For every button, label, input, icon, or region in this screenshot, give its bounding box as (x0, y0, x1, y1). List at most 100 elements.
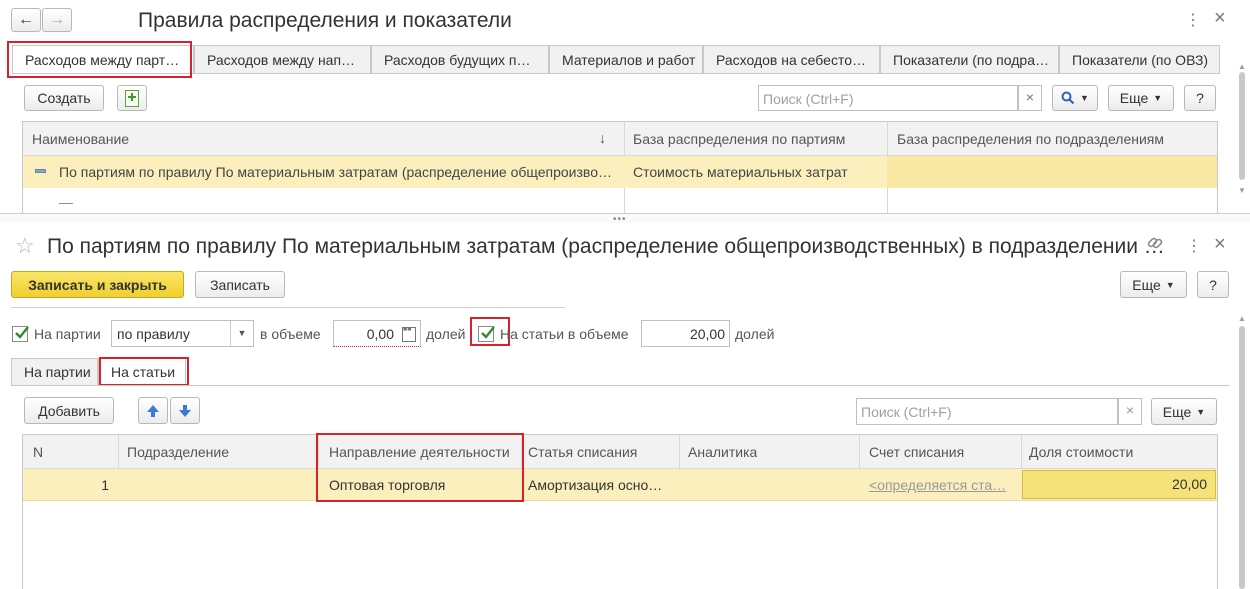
col-header-direction[interactable]: Направление деятельности (329, 444, 510, 460)
arrow-down-icon (179, 404, 191, 417)
col-header-share[interactable]: Доля стоимости (1029, 444, 1133, 460)
batches-volume-input[interactable]: 0,00 ■■ (333, 320, 421, 347)
form-title: По партиям по правилу По материальным за… (47, 235, 1165, 258)
arrow-up-icon (147, 404, 159, 417)
rule-select-value: по правилу (117, 326, 190, 342)
chevron-down-icon: ▼ (1165, 279, 1175, 290)
search-input[interactable]: Поиск (Ctrl+F) (856, 398, 1118, 425)
search-clear-button[interactable]: × (1018, 85, 1042, 111)
col-header-n[interactable]: N (33, 444, 43, 460)
copy-button[interactable] (117, 85, 147, 111)
search-input[interactable]: Поиск (Ctrl+F) (758, 85, 1018, 111)
magnifier-icon (1061, 91, 1075, 105)
row-n: 1 (101, 477, 109, 493)
col-header-base-batches[interactable]: База распределения по партиям (633, 131, 845, 147)
calculator-icon[interactable]: ■■ (402, 326, 416, 342)
col-header-base-divisions[interactable]: База распределения по подразделениям (897, 131, 1164, 147)
batches-volume-value: 0,00 (366, 326, 394, 342)
check-icon (481, 326, 495, 339)
save-button[interactable]: Записать (195, 271, 285, 298)
link-icon[interactable] (1146, 234, 1164, 255)
separator (11, 307, 565, 308)
articles-volume-input[interactable]: 20,00 (641, 320, 730, 347)
rule-select[interactable]: по правилу ▼ (111, 320, 254, 347)
col-header-analytics[interactable]: Аналитика (688, 444, 757, 460)
more-button[interactable]: Еще ▼ (1108, 85, 1174, 111)
search-button[interactable]: ▼ (1052, 85, 1098, 111)
save-and-close-button[interactable]: Записать и закрыть (11, 271, 184, 298)
top-window: ← → Правила распределения и показатели ⋮… (0, 0, 1250, 214)
help-button[interactable]: ? (1197, 271, 1229, 298)
form-scrollbar[interactable]: ▲ (1236, 314, 1248, 589)
subtab-articles[interactable]: На статьи (98, 358, 186, 385)
menu-dots-icon[interactable]: ⋮ (1186, 236, 1202, 256)
rule-item-icon (35, 169, 46, 173)
articles-volume-value: 20,00 (689, 326, 725, 342)
menu-dots-icon[interactable]: ⋮ (1185, 10, 1201, 30)
star-icon[interactable]: ☆ (15, 233, 35, 259)
col-header-division[interactable]: Подразделение (127, 444, 229, 460)
chevron-down-icon: ▼ (1153, 93, 1163, 103)
nav-forward-button[interactable]: → (42, 8, 72, 32)
move-down-button[interactable] (170, 397, 200, 424)
more-button-table[interactable]: Еще ▼ (1151, 398, 1217, 425)
batches-checkbox-label: На партии (34, 326, 101, 342)
table-row[interactable]: 1 Оптовая торговля Амортизация осно… <оп… (23, 469, 1217, 501)
batches-checkbox[interactable] (12, 326, 29, 342)
col-header-account[interactable]: Счет списания (869, 444, 964, 460)
chevron-down-icon: ▼ (1196, 406, 1206, 417)
close-icon[interactable]: × (1214, 7, 1226, 30)
row-share-input[interactable]: 20,00 (1022, 470, 1216, 499)
more-label: Еще (1132, 276, 1161, 293)
search-placeholder: Поиск (Ctrl+F) (861, 404, 952, 420)
row-base-batches: Стоимость материальных затрат (633, 164, 848, 180)
table-row[interactable]: По партиям по правилу По материальным за… (23, 156, 1217, 188)
splitter[interactable]: ••• (0, 213, 1250, 225)
tab-indicators-ovz[interactable]: Показатели (по ОВЗ) (1059, 45, 1220, 73)
tab-batches[interactable]: Расходов между парт… (12, 45, 194, 73)
arrow-right-icon: → (49, 11, 65, 28)
tab-divider (12, 73, 1220, 74)
create-button[interactable]: Создать (24, 85, 104, 111)
tab-materials[interactable]: Материалов и работ (549, 45, 703, 73)
form-window: ☆ По партиям по правилу По материальным … (0, 224, 1250, 589)
partial-row: — (59, 194, 73, 210)
shares-label: долей (426, 326, 466, 342)
add-document-icon (125, 89, 139, 107)
add-button[interactable]: Добавить (24, 397, 114, 424)
in-volume-label: в объеме (260, 326, 321, 342)
search-placeholder: Поиск (Ctrl+F) (763, 91, 854, 107)
subtab-batches[interactable]: На партии (11, 358, 98, 385)
more-button[interactable]: Еще ▼ (1120, 271, 1187, 298)
row-name: По партиям по правилу По материальным за… (59, 164, 612, 180)
chevron-down-icon: ▼ (1080, 93, 1089, 103)
articles-checkbox-label: На статьи в объеме (500, 326, 629, 342)
dropdown-arrow-icon: ▼ (230, 321, 253, 346)
articles-shares-label: долей (735, 326, 775, 342)
close-icon[interactable]: × (1214, 233, 1226, 256)
nav-back-button[interactable]: ← (11, 8, 41, 32)
more-label: Еще (1119, 90, 1149, 106)
sort-down-icon: ↓ (599, 130, 606, 146)
tab-cost[interactable]: Расходов на себесто… (703, 45, 880, 73)
window-title: Правила распределения и показатели (138, 9, 512, 32)
arrow-left-icon: ← (18, 11, 34, 28)
help-button[interactable]: ? (1184, 85, 1216, 111)
tab-indicators-divisions[interactable]: Показатели (по подра… (880, 45, 1059, 73)
tab-future-expenses[interactable]: Расходов будущих п… (371, 45, 549, 73)
articles-checkbox[interactable] (478, 326, 495, 342)
row-direction: Оптовая торговля (329, 477, 446, 493)
check-icon (15, 326, 29, 339)
articles-grid: N Подразделение Направление деятельности… (22, 434, 1218, 589)
row-article: Амортизация осно… (528, 477, 663, 493)
move-up-button[interactable] (138, 397, 168, 424)
more-label: Еще (1162, 403, 1192, 420)
tab-directions[interactable]: Расходов между нап… (194, 45, 371, 73)
col-header-name[interactable]: Наименование (32, 131, 129, 147)
col-header-article[interactable]: Статья списания (528, 444, 637, 460)
row-account[interactable]: <определяется ста… (869, 477, 1014, 493)
scrollbar[interactable]: ▲ ▼ (1236, 62, 1248, 202)
row-share-value: 20,00 (1171, 476, 1207, 492)
search-clear-button[interactable]: × (1118, 398, 1142, 425)
rules-grid: Наименование ↓ База распределения по пар… (22, 121, 1218, 214)
